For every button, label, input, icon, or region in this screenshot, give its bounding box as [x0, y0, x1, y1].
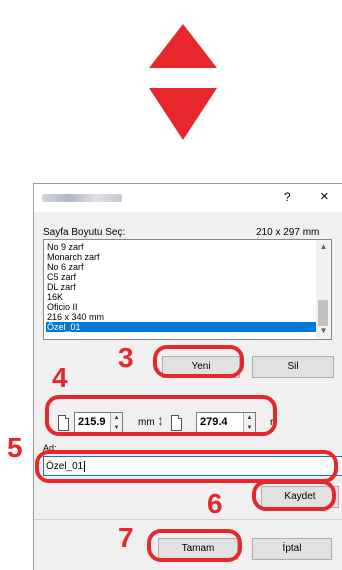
cancel-button[interactable]: İptal	[252, 538, 332, 560]
arrow-up-icon	[149, 24, 217, 68]
highlight-name-field	[35, 450, 338, 483]
paper-size-list[interactable]: No 9 zarf Monarch zarf No 6 zarf C5 zarf…	[43, 239, 332, 340]
close-button[interactable]: ×	[320, 188, 329, 205]
list-item-selected[interactable]: Özel_01	[46, 322, 316, 332]
paper-size-label: Sayfa Boyutu Seç:	[43, 227, 126, 238]
scroll-up-icon[interactable]: ▲	[316, 242, 331, 251]
list-item[interactable]: No 6 zarf	[46, 262, 84, 272]
highlight-size-fields	[45, 395, 277, 436]
paper-size-value: 210 x 297 mm	[256, 227, 320, 238]
list-item[interactable]: 216 x 340 mm	[46, 312, 104, 322]
highlight-save-button	[252, 480, 336, 511]
titlebar: ? ×	[34, 184, 342, 212]
callout-4: 4	[52, 362, 68, 393]
callout-7: 7	[118, 522, 134, 553]
highlight-ok-button	[147, 529, 242, 562]
list-item[interactable]: No 9 zarf	[46, 242, 84, 252]
list-item[interactable]: DL zarf	[46, 282, 76, 292]
callout-6: 6	[207, 488, 223, 519]
list-item[interactable]: C5 zarf	[46, 272, 76, 282]
list-scrollbar[interactable]: ▲ ▼	[316, 240, 331, 339]
help-button[interactable]: ?	[284, 190, 291, 204]
separator	[34, 519, 342, 520]
scroll-thumb[interactable]	[318, 300, 328, 326]
list-item[interactable]: 16K	[46, 292, 63, 302]
callout-5: 5	[7, 432, 23, 463]
callout-3: 3	[118, 342, 134, 373]
list-item[interactable]: Monarch zarf	[46, 252, 100, 262]
list-item[interactable]: Oficio II	[46, 302, 78, 312]
highlight-new-button	[153, 345, 244, 378]
delete-button[interactable]: Sil	[252, 356, 334, 378]
arrow-down-icon	[149, 88, 217, 140]
window-title-blurred	[42, 194, 122, 202]
scroll-down-icon[interactable]: ▼	[316, 326, 331, 335]
